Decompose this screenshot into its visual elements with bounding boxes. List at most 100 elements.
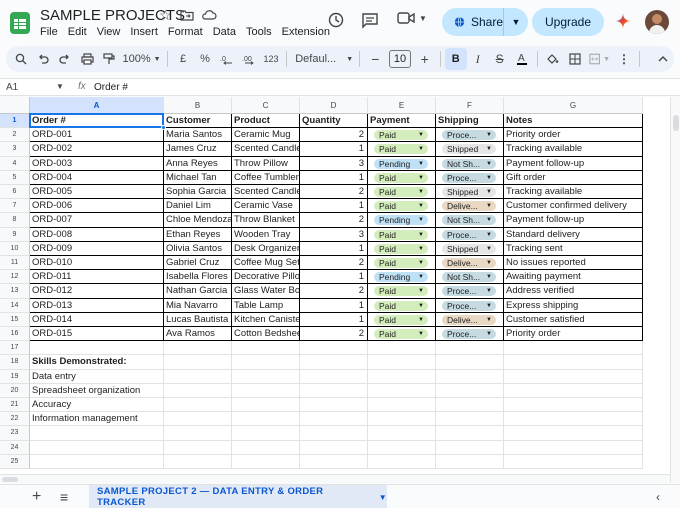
payment-status-cell[interactable]: Paid ▼	[368, 284, 436, 299]
payment-status-cell[interactable]: Paid ▼	[368, 185, 436, 200]
column-title-2[interactable]: Product	[232, 114, 300, 129]
column-title-5[interactable]: Shipping	[436, 114, 504, 129]
skill-item[interactable]: Data entry	[30, 369, 164, 384]
collapse-menus-icon[interactable]	[652, 48, 674, 70]
table-cell[interactable]: Ceramic Vase	[232, 199, 300, 214]
font-size-field[interactable]: 10	[386, 48, 413, 70]
row-header[interactable]: 18	[0, 355, 30, 370]
table-cell[interactable]: 1	[300, 170, 368, 185]
order-id-cell[interactable]: ORD-004	[30, 170, 164, 185]
table-cell[interactable]: Scented Candle	[232, 185, 300, 200]
shipping-status-cell[interactable]: Not Sh... ▼	[436, 213, 504, 228]
table-cell[interactable]: Tracking available	[504, 185, 643, 200]
order-id-cell[interactable]: ORD-001	[30, 128, 164, 143]
version-history-icon[interactable]	[327, 11, 345, 29]
table-cell[interactable]: Throw Blanket	[232, 213, 300, 228]
table-cell[interactable]: 2	[300, 256, 368, 271]
spreadsheet-grid[interactable]: A B C D E F G 1 2 3 4 5 6 7 8 9 10 11 12 13 14 15 16 17 18 19 20 21…	[0, 97, 670, 483]
shipping-status-chip[interactable]: Not Sh... ▼	[442, 215, 496, 226]
shipping-status-cell[interactable]: Proce... ▼	[436, 128, 504, 143]
horizontal-scroll-thumb[interactable]	[2, 477, 18, 482]
search-menus-icon[interactable]	[10, 48, 32, 70]
column-header-d[interactable]: D	[300, 97, 368, 114]
payment-status-cell[interactable]: Paid ▼	[368, 241, 436, 256]
empty-cell[interactable]	[232, 454, 300, 469]
column-header-e[interactable]: E	[368, 97, 436, 114]
payment-status-chip[interactable]: Paid ▼	[374, 314, 428, 325]
empty-cell[interactable]	[164, 398, 232, 413]
payment-status-chip[interactable]: Paid ▼	[374, 243, 428, 254]
table-cell[interactable]: Customer satisfied	[504, 312, 643, 327]
empty-cell[interactable]	[30, 426, 164, 441]
row-header[interactable]: 25	[0, 454, 30, 469]
empty-cell[interactable]	[300, 341, 368, 356]
chevron-down-icon[interactable]: ▼	[56, 82, 64, 91]
empty-cell[interactable]	[368, 398, 436, 413]
payment-status-cell[interactable]: Paid ▼	[368, 298, 436, 313]
empty-cell[interactable]	[368, 341, 436, 356]
shipping-status-chip[interactable]: Proce... ▼	[442, 130, 496, 141]
empty-cell[interactable]	[504, 341, 643, 356]
table-cell[interactable]: Payment follow-up	[504, 213, 643, 228]
empty-cell[interactable]	[30, 454, 164, 469]
table-cell[interactable]: Table Lamp	[232, 298, 300, 313]
empty-cell[interactable]	[232, 440, 300, 455]
italic-button[interactable]: I	[467, 48, 489, 70]
order-id-cell[interactable]: ORD-006	[30, 199, 164, 214]
fill-color-button[interactable]	[542, 48, 564, 70]
chevron-down-icon[interactable]: ▼	[379, 493, 387, 502]
shipping-status-cell[interactable]: Shipped ▼	[436, 185, 504, 200]
account-avatar[interactable]	[645, 10, 669, 34]
upgrade-button[interactable]: Upgrade	[532, 8, 604, 36]
payment-status-cell[interactable]: Pending ▼	[368, 270, 436, 285]
payment-status-chip[interactable]: Paid ▼	[374, 329, 428, 339]
bold-button[interactable]: B	[444, 48, 467, 70]
empty-cell[interactable]	[232, 369, 300, 384]
payment-status-chip[interactable]: Paid ▼	[374, 130, 428, 141]
table-cell[interactable]: Awaiting payment	[504, 270, 643, 285]
table-cell[interactable]: No issues reported	[504, 256, 643, 271]
row-header[interactable]: 9	[0, 227, 30, 242]
redo-icon[interactable]	[54, 48, 76, 70]
borders-button[interactable]	[564, 48, 586, 70]
row-header[interactable]: 14	[0, 298, 30, 313]
empty-cell[interactable]	[164, 426, 232, 441]
shipping-status-chip[interactable]: Delive... ▼	[442, 258, 496, 268]
empty-cell[interactable]	[164, 454, 232, 469]
payment-status-cell[interactable]: Paid ▼	[368, 199, 436, 214]
table-cell[interactable]: Sophia Garcia	[164, 185, 232, 200]
column-header-f[interactable]: F	[436, 97, 504, 114]
menu-extensions[interactable]: Extension	[282, 26, 330, 38]
row-header[interactable]: 17	[0, 341, 30, 356]
table-cell[interactable]: Ceramic Mug	[232, 128, 300, 143]
table-cell[interactable]: Lucas Bautista	[164, 312, 232, 327]
row-header[interactable]: 21	[0, 398, 30, 413]
row-header[interactable]: 2	[0, 128, 30, 143]
column-title-3[interactable]: Quantity	[300, 114, 368, 129]
empty-cell[interactable]	[300, 398, 368, 413]
empty-cell[interactable]	[436, 341, 504, 356]
gemini-icon[interactable]	[614, 12, 632, 30]
paint-format-icon[interactable]	[98, 48, 120, 70]
payment-status-cell[interactable]: Pending ▼	[368, 213, 436, 228]
table-cell[interactable]: 1	[300, 142, 368, 157]
merge-cells-button[interactable]: ▼	[586, 48, 613, 70]
empty-cell[interactable]	[164, 341, 232, 356]
table-cell[interactable]: Glass Water Bottle	[232, 284, 300, 299]
payment-status-cell[interactable]: Paid ▼	[368, 227, 436, 242]
shipping-status-chip[interactable]: Proce... ▼	[442, 286, 496, 297]
empty-cell[interactable]	[504, 383, 643, 398]
cloud-status-icon[interactable]	[201, 9, 217, 21]
empty-cell[interactable]	[300, 426, 368, 441]
table-cell[interactable]: 3	[300, 227, 368, 242]
shipping-status-chip[interactable]: Proce... ▼	[442, 172, 496, 183]
row-header[interactable]: 13	[0, 284, 30, 299]
row-header[interactable]: 4	[0, 156, 30, 171]
menu-edit[interactable]: Edit	[68, 26, 87, 38]
empty-cell[interactable]	[436, 426, 504, 441]
shipping-status-chip[interactable]: Shipped ▼	[442, 243, 496, 254]
shipping-status-chip[interactable]: Shipped ▼	[442, 187, 496, 197]
row-header[interactable]: 22	[0, 412, 30, 427]
row-header[interactable]: 15	[0, 312, 30, 327]
table-cell[interactable]: Maria Santos	[164, 128, 232, 143]
